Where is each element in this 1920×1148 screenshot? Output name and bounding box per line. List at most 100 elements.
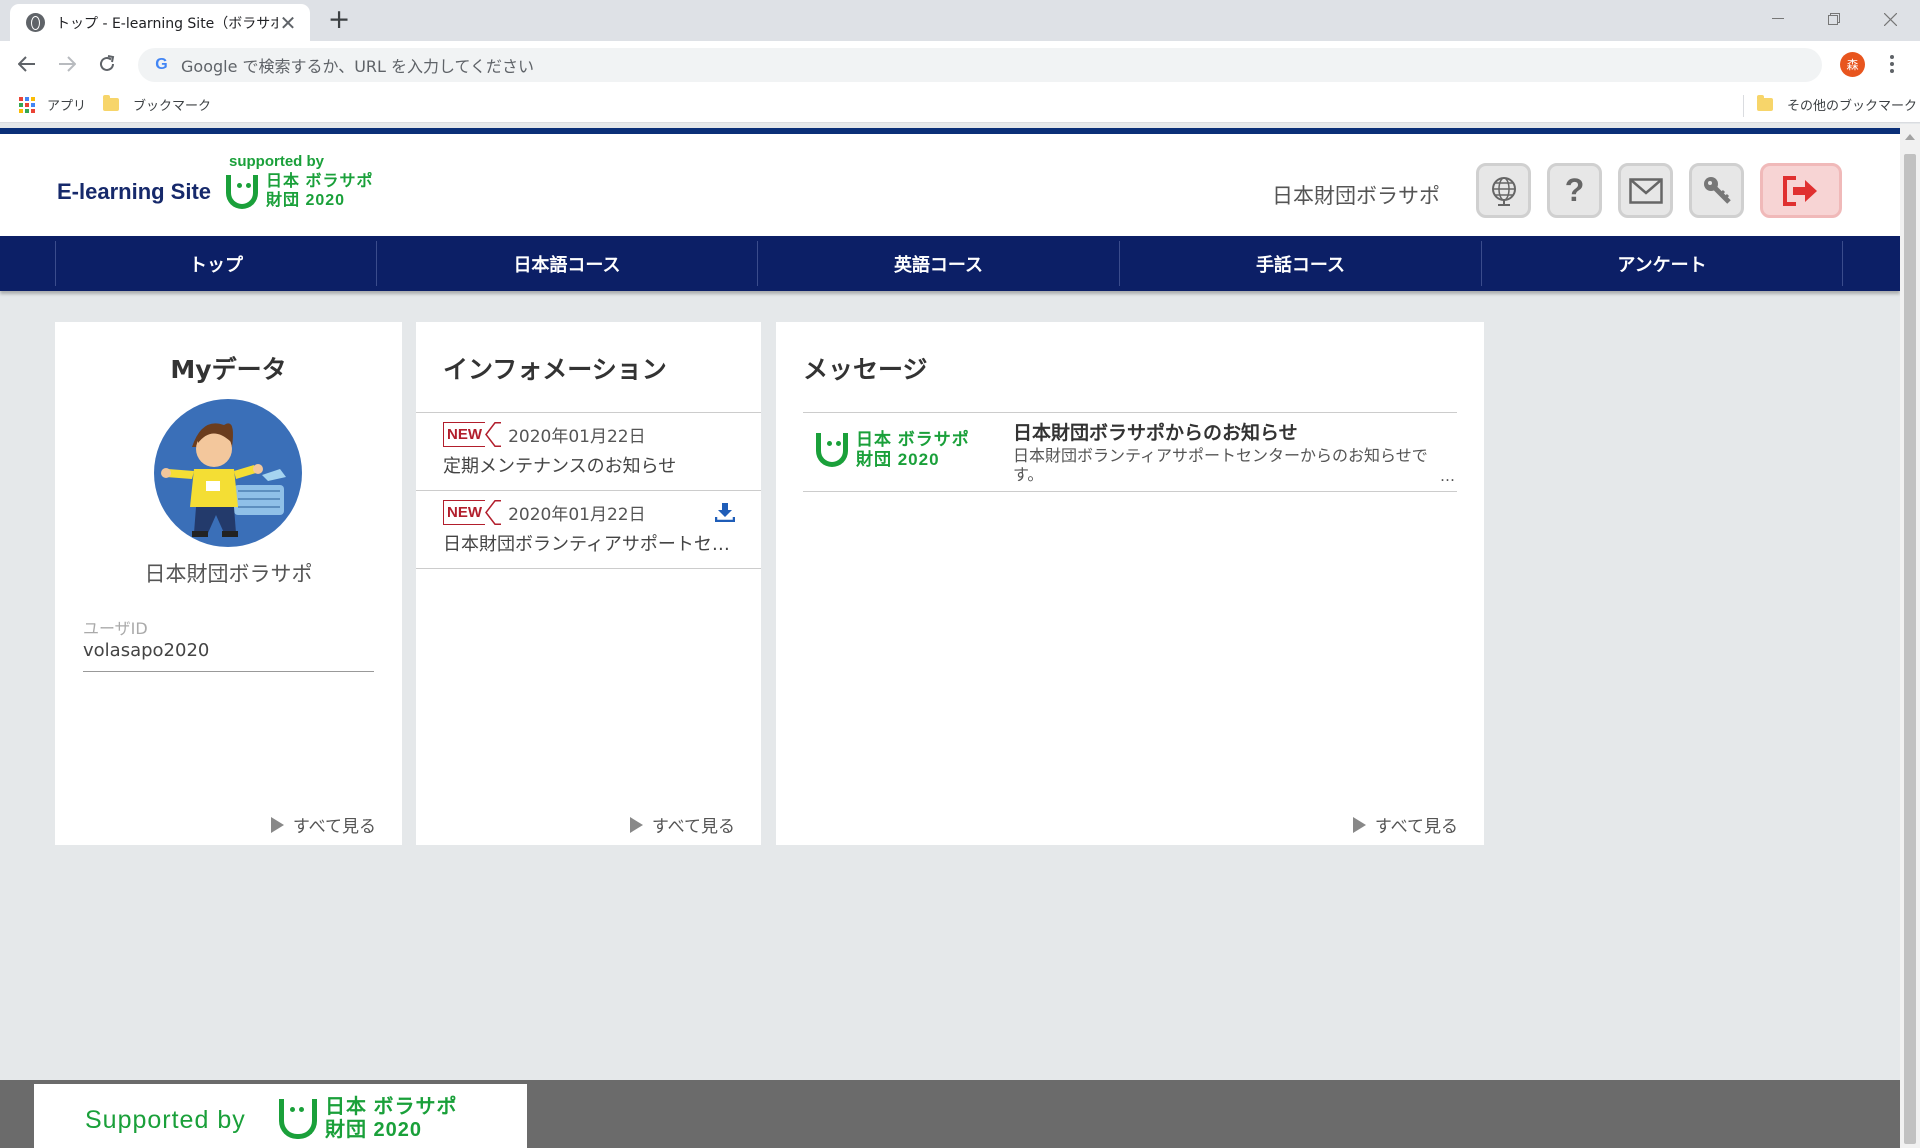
google-icon: G [155,56,168,73]
volasapo-logo: 日本 ボラサポ 財団 2020 [279,1097,458,1140]
message-list: 日本 ボラサポ 財団 2020 日本財団ボラサポからのお知らせ 日本財団ボランテ… [803,412,1457,492]
nav-item-english-course[interactable]: 英語コース [757,241,1119,286]
minimize-button[interactable] [1750,2,1806,36]
information-title: インフォメーション [443,355,667,384]
info-date: 2020年01月22日 [508,505,646,525]
smiley-logo-icon [226,174,258,209]
bookmark-separator [1743,95,1744,117]
see-all-label: すべて見る [651,817,735,837]
info-date: 2020年01月22日 [508,427,646,447]
other-bookmarks[interactable]: その他のブックマーク [1757,95,1917,114]
reload-icon [100,55,115,71]
logout-button[interactable] [1760,163,1842,218]
scroll-thumb[interactable] [1904,154,1916,1144]
list-item[interactable]: NEW 2020年01月22日 定期メンテナンスのお知らせ [416,413,761,491]
supported-by-label: supported by [229,153,325,170]
nav-item-sign-language-course[interactable]: 手話コース [1119,241,1481,286]
list-item[interactable]: NEW 2020年01月22日 日本財団ボランティアサポートセンターからのお知ら… [416,491,761,569]
mydata-user-name: 日本財団ボラサポ [144,562,313,586]
nav-item-survey[interactable]: アンケート [1481,241,1843,286]
user-avatar [154,399,302,547]
reload-button[interactable] [93,50,121,78]
play-triangle-icon [270,816,284,833]
password-button[interactable] [1689,163,1744,218]
divider [83,671,374,672]
volasapo-logo: 日本 ボラサポ 財団 2020 [226,174,373,209]
apps-grid-icon [19,96,35,113]
volasapo-logo: 日本 ボラサポ 財団 2020 [816,431,970,468]
badge-chevron-icon [485,500,501,525]
user-id-label: ユーザID [83,619,148,638]
mydata-see-all-link[interactable]: すべて見る [270,812,376,837]
smiley-logo-icon [816,432,848,467]
help-icon: ? [1564,172,1585,208]
browser-menu-button[interactable] [1882,50,1902,78]
globe-icon [26,13,45,32]
avatar-illustration [161,423,286,537]
browser-tab[interactable]: トップ - E-learning Site（ボラサポ） ✕ [10,4,310,41]
restore-button[interactable] [1806,2,1862,36]
information-see-all-link[interactable]: すべて見る [629,812,735,837]
header-user-name: 日本財団ボラサポ [1272,184,1440,208]
close-tab-icon[interactable]: ✕ [278,13,298,33]
other-bookmarks-label: その他のブックマーク [1787,99,1918,114]
site-footer: Supported by 日本 ボラサポ 財団 2020 [0,1080,1900,1148]
message-item-title: 日本財団ボラサポからのお知らせ [1013,422,1298,444]
play-triangle-icon [629,816,643,833]
nav-item-top[interactable]: トップ [55,241,376,286]
page-scrollbar[interactable] [1900,124,1920,1148]
profile-avatar[interactable]: 森 [1840,52,1865,77]
address-bar[interactable]: G Google で検索するか、URL を入力してください [138,48,1822,82]
site-header: E-learning Site supported by 日本 ボラサポ 財団 … [0,134,1900,236]
info-text: 日本財団ボランティアサポートセンターからのお知らせです。 [443,534,733,555]
mail-icon [1628,177,1663,204]
forward-button[interactable] [53,50,81,78]
bookmark-apps[interactable]: アプリ [19,95,86,114]
back-button[interactable] [13,50,41,78]
bookmark-folder[interactable]: ブックマーク [103,95,211,114]
see-all-label: すべて見る [292,817,376,837]
mydata-title: Myデータ [170,355,287,384]
bookmark-folder-label: ブックマーク [133,99,212,114]
forward-arrow-icon [59,56,76,72]
folder-icon [1757,95,1773,111]
browser-tab-strip: トップ - E-learning Site（ボラサポ） ✕ + [0,0,1920,41]
message-title: メッセージ [803,355,928,384]
new-tab-button[interactable]: + [325,6,353,34]
main-nav: トップ 日本語コース 英語コース 手話コース アンケート [0,236,1900,291]
key-icon [1703,176,1731,204]
smiley-logo-icon [279,1098,317,1139]
badge-chevron-icon [485,422,501,447]
info-text: 定期メンテナンスのお知らせ [443,456,677,477]
new-badge: NEW [443,500,501,525]
globe-icon [1491,176,1516,206]
mail-button[interactable] [1618,163,1673,218]
language-button[interactable] [1476,163,1531,218]
list-item[interactable]: 日本 ボラサポ 財団 2020 日本財団ボラサポからのお知らせ 日本財団ボランテ… [803,413,1457,492]
message-see-all-link[interactable]: すべて見る [1352,812,1458,837]
bookmarks-bar: アプリ ブックマーク その他のブックマーク [0,87,1920,123]
download-icon[interactable] [715,502,735,522]
tab-title: トップ - E-learning Site（ボラサポ） [56,15,278,32]
message-item-body: 日本財団ボランティアサポートセンターからのお知らせです。 [1013,446,1428,484]
site-brand[interactable]: E-learning Site [57,179,211,205]
user-id-value: volasapo2020 [83,640,210,661]
help-button[interactable]: ? [1547,163,1602,218]
message-card: メッセージ 日本 ボラサポ 財団 2020 日本財団ボラサポからのお知らせ 日本… [776,322,1484,845]
message-more-indicator: … [1440,467,1455,485]
information-list: NEW 2020年01月22日 定期メンテナンスのお知らせ NEW 2020年0… [416,412,761,569]
bookmark-apps-label: アプリ [47,99,87,114]
mydata-card: Myデータ 日本財団ボラサポ ユーザID volasapo2020 すべて見る [55,322,402,845]
logout-icon [1783,175,1817,206]
address-placeholder: Google で検索するか、URL を入力してください [181,57,535,76]
nav-item-japanese-course[interactable]: 日本語コース [376,241,757,286]
page-viewport: E-learning Site supported by 日本 ボラサポ 財団 … [0,124,1900,1148]
scroll-up-arrow[interactable] [1905,134,1915,140]
close-window-button[interactable] [1862,2,1918,36]
back-arrow-icon [18,56,35,72]
new-badge: NEW [443,422,501,447]
play-triangle-icon [1352,816,1366,833]
footer-supported-by: Supported by [85,1106,246,1134]
browser-toolbar: G Google で検索するか、URL を入力してください 森 [0,41,1920,87]
footer-supported-box: Supported by 日本 ボラサポ 財団 2020 [34,1084,527,1148]
